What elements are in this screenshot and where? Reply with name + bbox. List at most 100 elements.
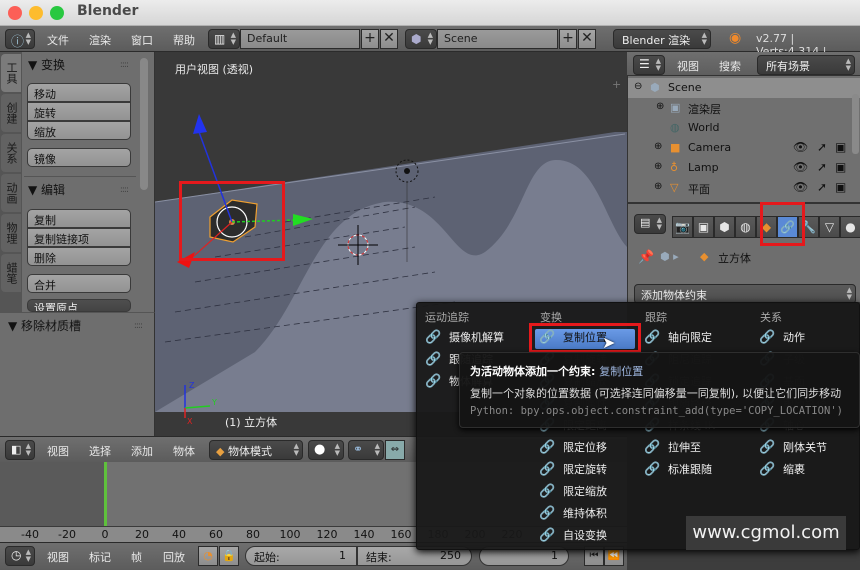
expand-icon[interactable]: ⊕	[654, 161, 662, 172]
visibility-eye-icon[interactable]: 👁	[793, 180, 808, 194]
editor-type-info-button[interactable]: ⓘ ▲ ▼	[5, 29, 35, 50]
menu-item-track-to[interactable]: 🔗 标准跟随	[644, 461, 712, 481]
tab-physics[interactable]: 物理	[1, 214, 21, 252]
toggle-properties-icon[interactable]: +	[612, 78, 621, 91]
menu-item-action[interactable]: 🔗 动作	[759, 329, 805, 349]
renderable-camera-icon[interactable]: ▣	[835, 140, 846, 154]
outliner-row-lamp[interactable]: ⊕ ♁ Lamp 👁 ➚ ▣	[628, 158, 860, 178]
menu-select[interactable]: 选择	[89, 443, 111, 459]
drag-grip-icon[interactable]: ::::	[120, 185, 129, 195]
close-window-button[interactable]	[8, 6, 22, 20]
current-frame-cursor[interactable]	[104, 462, 107, 526]
menu-item-transformation[interactable]: 🔗 自设变换	[539, 527, 607, 547]
drag-grip-icon[interactable]: ::::	[120, 60, 129, 70]
timeline-menu-view[interactable]: 视图	[47, 549, 69, 565]
menu-item-camera-solver[interactable]: 🔗 摄像机解算	[425, 329, 504, 349]
menu-render[interactable]: 渲染	[89, 32, 111, 48]
move-button[interactable]: 移动	[27, 83, 131, 102]
add-constraint-dropdown[interactable]: 添加物体约束 ▲ ▼	[634, 284, 856, 304]
editor-type-properties-button[interactable]: ▤ ▲ ▼	[634, 214, 666, 234]
expand-icon[interactable]: ⊕	[654, 181, 662, 192]
screen-layout-icon-button[interactable]: ▥ ▲ ▼	[208, 29, 240, 49]
render-engine-dropdown[interactable]: Blender 渲染 ▲ ▼	[613, 29, 711, 49]
menu-file[interactable]: 文件	[47, 32, 69, 48]
editor-type-3d-button[interactable]: ◧ ▲ ▼	[5, 440, 35, 460]
manipulator-toggle[interactable]: ⇔	[385, 440, 405, 460]
tab-create[interactable]: 创建	[1, 94, 21, 132]
preview-range-button[interactable]: ◔	[198, 546, 218, 566]
lock-range-button[interactable]: 🔒	[219, 546, 239, 566]
add-scene-button[interactable]: +	[559, 29, 577, 49]
menu-item-stretch-to[interactable]: 🔗 拉伸至	[644, 439, 701, 459]
remove-material-slots-header[interactable]: ▼ 移除材质槽	[8, 317, 81, 334]
scale-button[interactable]: 缩放	[27, 121, 131, 140]
screen-layout-field[interactable]: Default	[240, 29, 360, 49]
selectable-cursor-icon[interactable]: ➚	[817, 140, 827, 154]
menu-item-limit-location[interactable]: 🔗 限定位移	[539, 439, 607, 459]
menu-item-clamp-to[interactable]: 🔗 轴向限定	[644, 329, 712, 349]
editor-type-outliner-button[interactable]: ☰ ▲ ▼	[633, 55, 665, 75]
menu-object[interactable]: 物体	[173, 443, 195, 459]
zoom-window-button[interactable]	[50, 6, 64, 20]
menu-add[interactable]: 添加	[131, 443, 153, 459]
tab-animation[interactable]: 动画	[1, 174, 21, 212]
minimize-window-button[interactable]	[29, 6, 43, 20]
timeline-menu-marker[interactable]: 标记	[89, 549, 111, 565]
scene-icon-button[interactable]: ⬢ ▲ ▼	[405, 29, 437, 49]
edit-panel-header[interactable]: ▼ 编辑	[28, 181, 65, 198]
tab-grease-pencil[interactable]: 蜡笔	[1, 254, 21, 292]
duplicate-linked-button[interactable]: 复制链接项	[27, 228, 131, 247]
outliner-scrollbar[interactable]	[852, 94, 859, 154]
tab-world[interactable]: ◍	[735, 216, 756, 238]
tab-render-layers[interactable]: ▣	[693, 216, 714, 238]
tab-scene[interactable]: ⬢	[714, 216, 735, 238]
pivot-dropdown[interactable]: ⚭ ▲ ▼	[348, 440, 384, 460]
tab-relations[interactable]: 关系	[1, 134, 21, 172]
menu-item-shrinkwrap[interactable]: 🔗 缩裹	[759, 461, 805, 481]
outliner-menu-search[interactable]: 搜索	[719, 58, 741, 74]
editor-type-timeline-button[interactable]: ◷ ▲ ▼	[5, 546, 35, 566]
add-layout-button[interactable]: +	[361, 29, 379, 49]
outliner-filter-dropdown[interactable]: 所有场景 ▲ ▼	[757, 55, 855, 75]
duplicate-button[interactable]: 复制	[27, 209, 131, 228]
z-axis-arrow[interactable]	[193, 114, 207, 134]
transform-panel-header[interactable]: ▼ 变换	[28, 56, 65, 73]
tab-render[interactable]: 📷	[672, 216, 693, 238]
pin-icon[interactable]: 📌	[638, 250, 654, 265]
shading-dropdown[interactable]: ● ▲ ▼	[308, 440, 344, 460]
collapse-icon[interactable]: ⊖	[634, 81, 642, 92]
outliner-row-camera[interactable]: ⊕ ■ Camera 👁 ➚ ▣	[628, 138, 860, 158]
menu-item-maintain-volume[interactable]: 🔗 维持体积	[539, 505, 607, 525]
menu-window[interactable]: 窗口	[131, 32, 153, 48]
menu-item-rigid-body-joint[interactable]: 🔗 刚体关节	[759, 439, 827, 459]
menu-item-limit-rotation[interactable]: 🔗 限定旋转	[539, 461, 607, 481]
tab-data[interactable]: ▽	[819, 216, 840, 238]
menu-view[interactable]: 视图	[47, 443, 69, 459]
remove-scene-button[interactable]: ✕	[578, 29, 596, 49]
visibility-eye-icon[interactable]: 👁	[793, 160, 808, 174]
selectable-cursor-icon[interactable]: ➚	[817, 160, 827, 174]
timeline-menu-playback[interactable]: 回放	[163, 549, 185, 565]
tab-tools[interactable]: 工具	[1, 54, 21, 92]
menu-help[interactable]: 帮助	[173, 32, 195, 48]
outliner-row-world[interactable]: ◍ World	[628, 118, 860, 138]
set-origin-dropdown[interactable]: 设置原点	[27, 299, 131, 312]
mirror-button[interactable]: 镜像	[27, 148, 131, 167]
tool-shelf-scrollbar[interactable]	[140, 58, 148, 190]
visibility-eye-icon[interactable]: 👁	[793, 140, 808, 154]
scene-field[interactable]: Scene	[437, 29, 558, 49]
renderable-camera-icon[interactable]: ▣	[835, 180, 846, 194]
outliner-row-render-layers[interactable]: ⊕ ▣ 渲染层	[628, 98, 860, 118]
expand-icon[interactable]: ⊕	[654, 141, 662, 152]
renderable-camera-icon[interactable]: ▣	[835, 160, 846, 174]
tab-material[interactable]: ●	[840, 216, 860, 238]
start-frame-field[interactable]: 起始: 1	[245, 546, 357, 566]
outliner-row-scene[interactable]: ⊖ ⬢ Scene	[628, 78, 860, 98]
outliner-menu-view[interactable]: 视图	[677, 58, 699, 74]
expand-icon[interactable]: ⊕	[656, 101, 664, 112]
selectable-cursor-icon[interactable]: ➚	[817, 180, 827, 194]
drag-grip-icon[interactable]: ::::	[134, 321, 143, 331]
join-button[interactable]: 合并	[27, 274, 131, 293]
mode-dropdown[interactable]: ◆ 物体模式 ▲ ▼	[209, 440, 303, 460]
delete-button[interactable]: 删除	[27, 247, 131, 266]
